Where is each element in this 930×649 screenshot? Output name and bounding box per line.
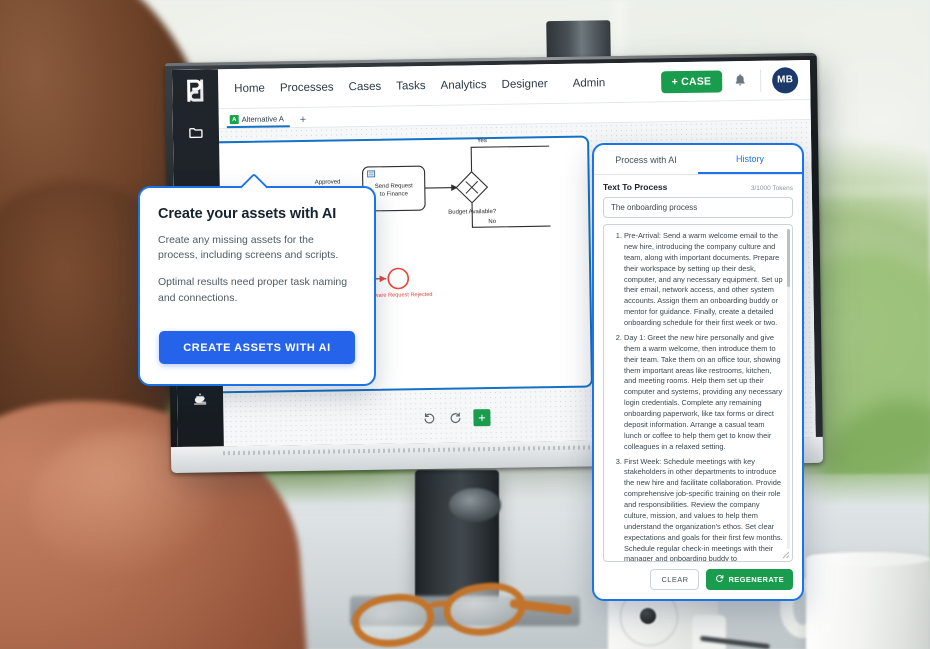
desk-device bbox=[692, 615, 726, 649]
svg-text:No: No bbox=[488, 219, 496, 225]
undo-icon[interactable] bbox=[423, 412, 436, 425]
nav-item-admin[interactable]: Admin bbox=[573, 77, 606, 90]
svg-text:Send Request: Send Request bbox=[375, 183, 413, 190]
process-tab-badge: A bbox=[229, 114, 239, 125]
add-case-button[interactable]: + CASE bbox=[660, 69, 723, 93]
redo-icon[interactable] bbox=[448, 412, 461, 425]
ai-output-item: Pre-Arrival: Send a warm welcome email t… bbox=[624, 231, 784, 329]
nav-item-cases[interactable]: Cases bbox=[348, 80, 381, 93]
tab-process-with-ai[interactable]: Process with AI bbox=[594, 145, 698, 174]
callout-title: Create your assets with AI bbox=[158, 206, 337, 222]
text-to-process-input[interactable]: The onboarding process bbox=[603, 197, 793, 218]
ai-output-item: First Week: Schedule meetings with key s… bbox=[624, 457, 784, 562]
text-to-process-label: Text To Process bbox=[603, 182, 668, 192]
callout-paragraph-2: Optimal results need proper task naming … bbox=[158, 276, 348, 304]
regenerate-button[interactable]: REGENERATE bbox=[706, 569, 793, 590]
monitor-stand-detail bbox=[449, 488, 501, 522]
nav-item-designer[interactable]: Designer bbox=[502, 78, 548, 91]
svg-text:Approved: Approved bbox=[315, 179, 341, 185]
photo-scene: Home Processes Cases Tasks Analytics Des… bbox=[0, 0, 930, 649]
ai-panel-tabs: Process with AI History bbox=[594, 145, 802, 175]
svg-text:to Finance: to Finance bbox=[380, 191, 409, 197]
avatar[interactable]: MB bbox=[771, 66, 799, 94]
genie-lamp-icon[interactable] bbox=[187, 386, 213, 412]
main-navigation: Home Processes Cases Tasks Analytics Des… bbox=[234, 77, 605, 95]
process-tab-alternative-a[interactable]: A Alternative A bbox=[226, 112, 290, 129]
topbar-actions: + CASE MB bbox=[660, 66, 811, 95]
process-tab-label: Alternative A bbox=[241, 114, 284, 124]
ai-process-panel: Process with AI History Text To Process … bbox=[592, 143, 804, 601]
nav-item-analytics[interactable]: Analytics bbox=[440, 79, 486, 92]
textarea-resize-handle[interactable] bbox=[782, 551, 790, 559]
clear-button[interactable]: CLEAR bbox=[650, 569, 700, 590]
toolbar-divider bbox=[759, 69, 762, 92]
ai-panel-body: Text To Process 3/1000 Tokens The onboar… bbox=[594, 175, 802, 562]
nav-item-processes[interactable]: Processes bbox=[280, 81, 334, 94]
regenerate-label: REGENERATE bbox=[728, 575, 784, 584]
create-assets-with-ai-button[interactable]: CREATE ASSETS WITH AI bbox=[159, 331, 355, 364]
svg-text:Yes: Yes bbox=[477, 138, 487, 144]
processmaker-logo-icon[interactable] bbox=[181, 75, 209, 105]
ai-assets-callout: Create your assets with AI Create any mi… bbox=[138, 172, 376, 386]
nav-item-home[interactable]: Home bbox=[234, 82, 265, 94]
ai-panel-footer: CLEAR REGENERATE bbox=[594, 562, 802, 599]
textarea-scrollbar-thumb[interactable] bbox=[787, 229, 790, 287]
ai-output-textarea[interactable]: Pre-Arrival: Send a warm welcome email t… bbox=[603, 224, 793, 562]
coffee-mug bbox=[806, 555, 930, 649]
canvas-toolbar: + bbox=[423, 409, 491, 427]
eyeglass-lens bbox=[440, 578, 529, 641]
eyeglass-lens bbox=[349, 589, 438, 649]
bell-icon[interactable] bbox=[733, 72, 749, 88]
add-element-button[interactable]: + bbox=[473, 409, 491, 427]
nav-item-tasks[interactable]: Tasks bbox=[396, 80, 426, 92]
add-process-tab-button[interactable]: + bbox=[294, 114, 313, 127]
tab-history[interactable]: History bbox=[698, 145, 802, 174]
ai-field-header: Text To Process 3/1000 Tokens bbox=[603, 182, 793, 192]
callout-paragraph-1: Create any missing assets for the proces… bbox=[158, 234, 339, 262]
mug-rim bbox=[806, 552, 930, 566]
ai-output-list: Pre-Arrival: Send a warm welcome email t… bbox=[612, 231, 784, 562]
ai-output-item: Day 1: Greet the new hire personally and… bbox=[624, 333, 784, 453]
folder-icon[interactable] bbox=[183, 119, 209, 145]
refresh-icon bbox=[715, 574, 724, 585]
desk-speaker-dot bbox=[640, 608, 656, 624]
token-counter: 3/1000 Tokens bbox=[750, 185, 793, 192]
